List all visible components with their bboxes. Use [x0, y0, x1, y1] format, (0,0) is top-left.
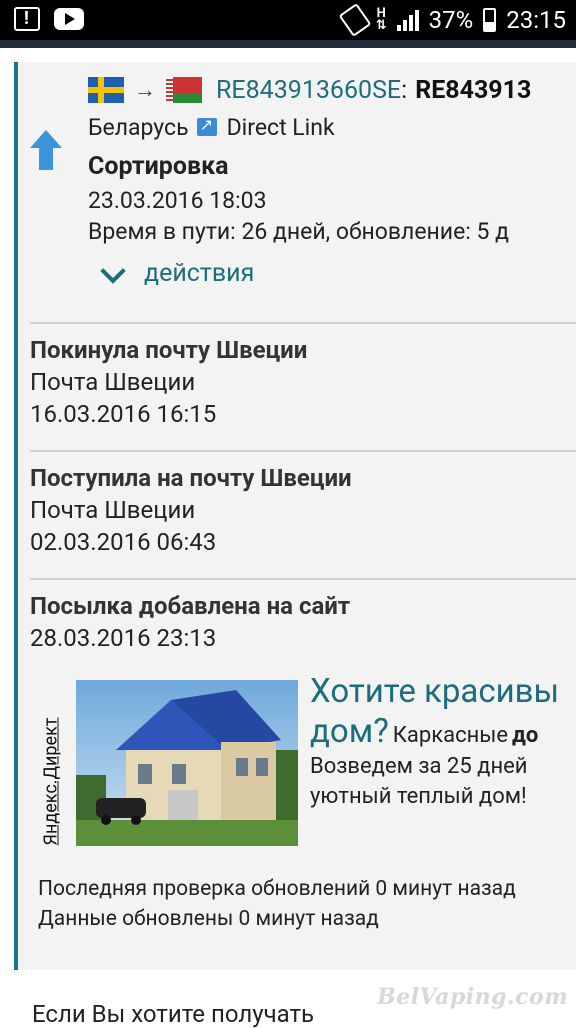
- ad-body-3: уютный теплый дом!: [310, 784, 527, 809]
- data-updated: Данные обновлены 0 минут назад: [38, 907, 379, 931]
- watermark: BelVaping.com: [377, 984, 568, 1010]
- ad-title-2[interactable]: дом?: [310, 712, 389, 751]
- signal-icon: [396, 9, 419, 31]
- tracking-number-link[interactable]: RE843913660SE: [216, 76, 401, 105]
- event-item: Посылка добавлена на сайт 28.03.2016 23:…: [30, 592, 576, 652]
- update-info: Последняя проверка обновлений 0 минут на…: [38, 874, 558, 934]
- event-title: Посылка добавлена на сайт: [30, 592, 351, 620]
- status-bar: H⇅ 37% 23:15: [0, 0, 576, 40]
- event-place: Почта Швеции: [30, 496, 196, 524]
- house-image[interactable]: [76, 680, 298, 846]
- arrow-right-icon: →: [134, 78, 156, 103]
- ad-title[interactable]: Хотите красивы: [310, 672, 559, 711]
- transit-info: Время в пути: 26 дней, обновление: 5 д: [88, 218, 510, 245]
- tracking-number-bold: RE843913: [415, 75, 532, 105]
- alert-icon: [14, 7, 40, 31]
- battery-percent: 37%: [428, 6, 474, 34]
- event-title: Поступила на почту Швеции: [30, 464, 352, 492]
- battery-icon: [483, 8, 497, 32]
- tracking-colon: :: [401, 75, 408, 105]
- divider: [30, 578, 576, 580]
- sweden-flag-icon: [88, 77, 124, 103]
- ad-block[interactable]: Яндекс.Директ Хотите красивы дом? Каркас…: [30, 672, 576, 852]
- destination-country: Беларусь: [88, 113, 189, 141]
- hplus-icon: H ⇅: [375, 6, 387, 33]
- actions-label: действия: [144, 259, 255, 288]
- divider: [30, 450, 576, 452]
- event-item: Поступила на почту Швеции Почта Швеции 0…: [30, 464, 576, 556]
- arrow-up-icon[interactable]: [28, 128, 64, 172]
- direct-link[interactable]: Direct Link: [227, 114, 335, 141]
- tracking-card: → RE843913660SE: RE843913 Беларусь Direc…: [14, 62, 576, 970]
- youtube-icon: [54, 8, 84, 30]
- ad-text[interactable]: Хотите красивы дом? Каркасные до Возведе…: [310, 672, 576, 812]
- belarus-flag-icon: [166, 77, 202, 103]
- event-date: 02.03.2016 06:43: [30, 528, 217, 556]
- clock: 23:15: [506, 6, 566, 34]
- event-item: Покинула почту Швеции Почта Швеции 16.03…: [30, 336, 576, 428]
- event-date: 28.03.2016 23:13: [30, 624, 217, 652]
- status-title: Сортировка: [88, 152, 229, 181]
- status-date: 23.03.2016 18:03: [88, 187, 267, 214]
- actions-toggle[interactable]: действия: [100, 257, 576, 288]
- divider: [30, 322, 576, 324]
- ad-body-bold: до: [512, 723, 539, 748]
- event-title: Покинула почту Швеции: [30, 336, 308, 364]
- external-link-icon[interactable]: [196, 115, 217, 136]
- event-place: Почта Швеции: [30, 368, 196, 396]
- event-date: 16.03.2016 16:15: [30, 400, 217, 428]
- ad-body-2: Возведем за 25 дней: [310, 754, 528, 779]
- chevron-down-icon: [100, 257, 126, 284]
- rotate-icon: [338, 3, 372, 37]
- ad-body-1: Каркасные: [392, 723, 509, 748]
- tracking-header: → RE843913660SE: RE843913 Беларусь Direc…: [88, 72, 576, 288]
- ad-label[interactable]: Яндекс.Директ: [36, 680, 62, 850]
- toolbar-edge: [0, 40, 576, 48]
- last-check: Последняя проверка обновлений 0 минут на…: [38, 877, 516, 901]
